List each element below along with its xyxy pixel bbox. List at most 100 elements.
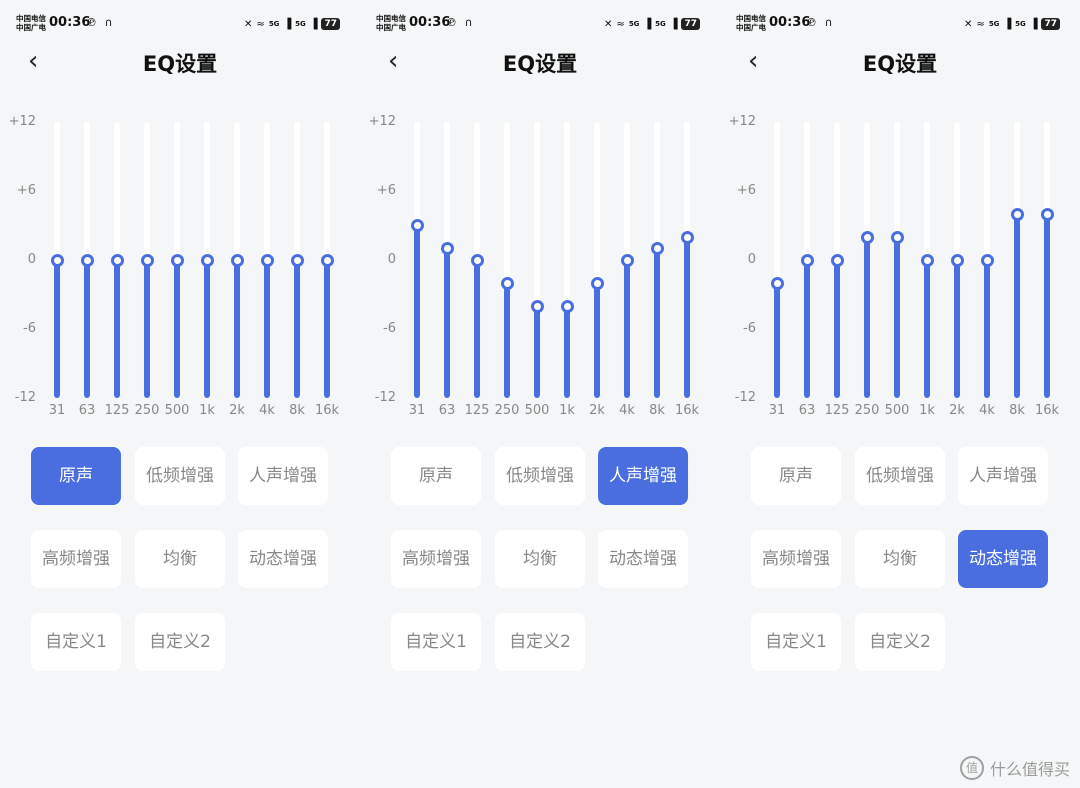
eq-slider-knob[interactable]	[51, 253, 64, 267]
eq-slider-125[interactable]	[831, 122, 844, 398]
signal-1-icon: 5G	[988, 19, 1000, 28]
signal-bars-icon: ▐	[1003, 18, 1012, 30]
eq-slider-1k[interactable]	[201, 122, 214, 398]
eq-panel-3: 中国电信 中国广电 00:36 ℗ ∩ ✕ ≈5G ▐ 5G ▐ 77 ‹ EQ设置 +12 +6 0 -6-…	[720, 0, 1080, 788]
eq-slider-250[interactable]	[141, 122, 154, 398]
eq-slider-knob[interactable]	[201, 253, 214, 267]
eq-slider-1k[interactable]	[561, 122, 574, 398]
preset-button[interactable]: 低频增强	[855, 447, 945, 505]
eq-slider-knob[interactable]	[1011, 207, 1024, 221]
eq-slider-fill	[54, 260, 60, 398]
eq-slider-knob[interactable]	[231, 253, 244, 267]
eq-slider-4k[interactable]	[981, 122, 994, 398]
eq-slider-knob[interactable]	[261, 253, 274, 267]
preset-button[interactable]: 高频增强	[751, 530, 841, 588]
preset-button[interactable]: 低频增强	[495, 447, 585, 505]
eq-slider-fill	[774, 283, 780, 398]
eq-slider-knob[interactable]	[411, 219, 424, 232]
preset-button[interactable]: 人声增强	[598, 447, 688, 505]
eq-slider-knob[interactable]	[831, 253, 844, 267]
status-time: 00:36	[409, 15, 451, 30]
eq-slider-8k[interactable]	[651, 122, 664, 398]
preset-button[interactable]: 低频增强	[135, 447, 225, 505]
eq-slider-63[interactable]	[801, 122, 814, 398]
eq-slider-knob[interactable]	[471, 253, 484, 267]
eq-slider-knob[interactable]	[171, 253, 184, 267]
eq-slider-4k[interactable]	[261, 122, 274, 398]
watermark-logo-icon: 值	[959, 756, 984, 780]
eq-slider-knob[interactable]	[621, 253, 634, 267]
eq-slider-16k[interactable]	[1041, 122, 1054, 398]
preset-button[interactable]: 动态增强	[958, 530, 1048, 588]
eq-slider-2k[interactable]	[231, 122, 244, 398]
eq-slider-knob[interactable]	[141, 253, 154, 267]
eq-slider-knob[interactable]	[321, 253, 334, 267]
eq-slider-knob[interactable]	[891, 230, 904, 244]
eq-slider-knob[interactable]	[981, 253, 994, 267]
eq-slider-knob[interactable]	[681, 230, 694, 244]
eq-slider-16k[interactable]	[321, 122, 334, 398]
eq-slider-500[interactable]	[171, 122, 184, 398]
eq-slider-knob[interactable]	[771, 276, 784, 290]
preset-button[interactable]: 均衡	[855, 530, 945, 588]
preset-button[interactable]: 原声	[31, 447, 121, 505]
eq-slider-knob[interactable]	[951, 253, 964, 267]
eq-slider-knob[interactable]	[501, 276, 514, 290]
preset-button[interactable]: 原声	[751, 447, 841, 505]
preset-button[interactable]: 均衡	[495, 530, 585, 588]
eq-slider-knob[interactable]	[441, 242, 454, 255]
preset-button[interactable]: 自定义2	[495, 613, 585, 671]
eq-slider-31[interactable]	[51, 122, 64, 398]
eq-slider-knob[interactable]	[651, 242, 664, 255]
eq-slider-1k[interactable]	[921, 122, 934, 398]
eq-slider-250[interactable]	[861, 122, 874, 398]
eq-slider-fill	[954, 260, 960, 398]
preset-button[interactable]: 均衡	[135, 530, 225, 588]
eq-slider-8k[interactable]	[1011, 122, 1024, 398]
eq-slider-16k[interactable]	[681, 122, 694, 398]
eq-slider-2k[interactable]	[951, 122, 964, 398]
eq-slider-125[interactable]	[111, 122, 124, 398]
status-right: ✕ ≈5G ▐ 5G ▐ 77	[244, 15, 340, 33]
eq-slider-knob[interactable]	[1041, 207, 1054, 221]
preset-button[interactable]: 自定义2	[135, 613, 225, 671]
eq-slider-knob[interactable]	[81, 253, 94, 267]
eq-slider-2k[interactable]	[591, 122, 604, 398]
eq-slider-knob[interactable]	[531, 299, 544, 313]
signal-1-icon: 5G	[628, 19, 640, 28]
eq-slider-knob[interactable]	[561, 299, 574, 313]
preset-button[interactable]: 自定义1	[391, 613, 481, 671]
y-axis-label: -12	[734, 390, 756, 405]
preset-button[interactable]: 自定义1	[751, 613, 841, 671]
eq-slider-knob[interactable]	[921, 253, 934, 267]
y-axis-label: -6	[23, 321, 36, 336]
signal-bars-icon: ▐	[669, 18, 678, 30]
eq-slider-fill	[294, 260, 300, 398]
eq-slider-31[interactable]	[771, 122, 784, 398]
eq-slider-knob[interactable]	[111, 253, 124, 267]
preset-button[interactable]: 动态增强	[238, 530, 328, 588]
eq-slider-500[interactable]	[531, 122, 544, 398]
preset-button[interactable]: 人声增强	[238, 447, 328, 505]
eq-slider-63[interactable]	[81, 122, 94, 398]
eq-slider-knob[interactable]	[861, 230, 874, 244]
carrier-info: 中国电信 中国广电	[376, 14, 406, 32]
eq-slider-125[interactable]	[471, 122, 484, 398]
preset-button[interactable]: 动态增强	[598, 530, 688, 588]
preset-button[interactable]: 高频增强	[31, 530, 121, 588]
y-axis-label: +6	[16, 183, 36, 198]
preset-button[interactable]: 高频增强	[391, 530, 481, 588]
eq-slider-8k[interactable]	[291, 122, 304, 398]
eq-slider-250[interactable]	[501, 122, 514, 398]
preset-button[interactable]: 自定义1	[31, 613, 121, 671]
eq-slider-500[interactable]	[891, 122, 904, 398]
eq-slider-knob[interactable]	[291, 253, 304, 267]
preset-button[interactable]: 人声增强	[958, 447, 1048, 505]
eq-slider-63[interactable]	[441, 122, 454, 398]
eq-slider-knob[interactable]	[801, 253, 814, 267]
eq-slider-knob[interactable]	[591, 276, 604, 290]
eq-slider-4k[interactable]	[621, 122, 634, 398]
eq-slider-31[interactable]	[411, 122, 424, 398]
preset-button[interactable]: 原声	[391, 447, 481, 505]
preset-button[interactable]: 自定义2	[855, 613, 945, 671]
